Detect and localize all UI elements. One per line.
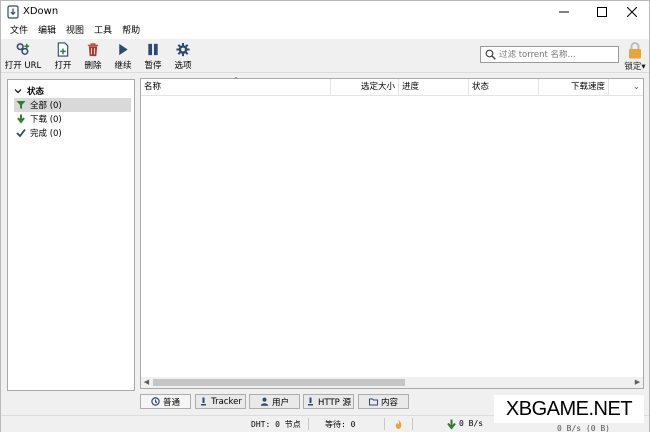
general-icon [151,397,160,406]
tree-item-completed-label: 完成 (0) [30,129,62,139]
column-status[interactable]: 状态 [469,79,539,96]
options-label: 选项 [174,61,192,71]
tab-peers-label: 用户 [271,397,289,408]
tree-item-downloading-label: 下载 (0) [30,115,62,125]
menu-tools[interactable]: 工具 [89,23,117,39]
chevron-down-icon [14,89,22,94]
tree-item-all[interactable]: 全部 (0) [14,98,131,112]
tree-item-all-label: 全部 (0) [30,101,62,111]
http-source-icon [308,397,314,406]
watermark-text: XBGAME.NET [505,397,633,420]
open-file-button[interactable]: 打开 [51,41,75,71]
maximize-icon [597,7,607,17]
pause-label: 暂停 [144,61,162,71]
tab-tracker-label: Tracker [211,396,242,407]
download-speed-icon [447,419,456,430]
status-separator [308,418,309,430]
watermark: XBGAME.NET [494,395,644,423]
column-progress[interactable]: 进度 [399,79,469,96]
close-icon [627,7,637,17]
open-file-label: 打开 [54,61,72,71]
status-sidebar: 状态 全部 (0) 下载 (0) 完成 (0) [7,79,135,391]
download-speed-status: 0 B/s [459,419,484,428]
lock-label: 锁定▾ [624,62,646,72]
filter-icon [16,101,26,109]
users-icon [260,397,269,406]
column-name[interactable]: 名称 [141,79,331,96]
dht-nodes-status: DHT: 0 节点 [251,420,301,429]
open-url-button[interactable]: 打开 URL [5,41,41,71]
flame-icon [395,419,402,429]
lock-icon [629,42,641,59]
upload-speed-status: 0 B/s (0 B) [557,424,610,432]
tab-peers[interactable]: 用户 [249,394,300,409]
resume-label: 继续 [114,61,132,71]
status-separator [384,418,385,430]
tab-general[interactable]: 普通 [140,394,191,409]
scroll-left-icon[interactable]: ◀ [141,377,152,388]
scroll-right-icon[interactable]: ▶ [632,377,643,388]
list-header: ⌃ 名称 选定大小 进度 状态 下载速度 ⌄ [141,76,643,96]
delete-label: 删除 [84,61,102,71]
link-add-icon [16,43,30,55]
search-icon [485,49,496,60]
waiting-status: 等待: 0 [325,420,356,429]
tab-content-label: 内容 [380,397,398,408]
trash-icon [87,43,99,57]
tab-http-sources-label: HTTP 源 [318,397,351,408]
tracker-icon [201,397,207,406]
menu-bar: 文件 编辑 视图 工具 帮助 [1,23,649,39]
title-bar: XDown [1,1,649,23]
minimize-icon [559,11,569,13]
horizontal-scrollbar[interactable]: ◀ ▶ [141,377,643,388]
open-url-label: 打开 URL [4,61,42,71]
tree-item-completed[interactable]: 完成 (0) [14,126,140,140]
tree-item-downloading[interactable]: 下载 (0) [14,112,140,126]
torrent-list[interactable]: ⌃ 名称 选定大小 进度 状态 下载速度 ⌄ ◀ ▶ [140,76,644,389]
status-separator [412,418,413,430]
options-button[interactable]: 选项 [171,41,195,71]
scrollbar-thumb[interactable] [153,379,405,386]
maximize-button[interactable] [585,1,619,23]
xdown-app-icon [7,5,19,19]
folder-icon [368,398,378,406]
menu-view[interactable]: 视图 [61,23,89,39]
download-arrow-icon [17,114,25,124]
tab-general-label: 普通 [162,397,180,408]
filter-search-box[interactable] [480,46,619,63]
tree-group-label: 状态 [27,87,45,97]
pause-icon [148,43,158,56]
filter-input[interactable] [499,49,617,60]
window-title: XDown [23,6,59,17]
resume-button[interactable]: 继续 [111,41,135,71]
file-open-icon [57,42,69,57]
column-selected-size[interactable]: 选定大小 [331,79,399,96]
tree-group-status[interactable]: 状态 [8,84,134,98]
tab-tracker[interactable]: Tracker [195,394,246,409]
check-icon [16,128,26,138]
menu-edit[interactable]: 编辑 [33,23,61,39]
tab-content[interactable]: 内容 [358,394,409,409]
gear-icon [176,42,190,57]
minimize-button[interactable] [547,1,581,23]
menu-file[interactable]: 文件 [5,23,33,39]
delete-button[interactable]: 删除 [81,41,105,71]
menu-help[interactable]: 帮助 [117,23,145,39]
app-window: XDown 文件 编辑 视图 工具 帮助 打开 URL 打开 删除 继续 暂停 … [0,0,650,432]
column-download-speed[interactable]: 下载速度 [539,79,609,96]
pause-button[interactable]: 暂停 [141,41,165,71]
close-button[interactable] [615,1,649,23]
play-icon [119,43,128,56]
column-more[interactable]: ⌄ [609,79,643,96]
toolbar: 打开 URL 打开 删除 继续 暂停 选项 过滤 torrent 名称... 锁… [1,39,649,73]
tab-http-sources[interactable]: HTTP 源 [303,394,354,409]
lock-button[interactable]: 锁定▾ [623,42,647,72]
